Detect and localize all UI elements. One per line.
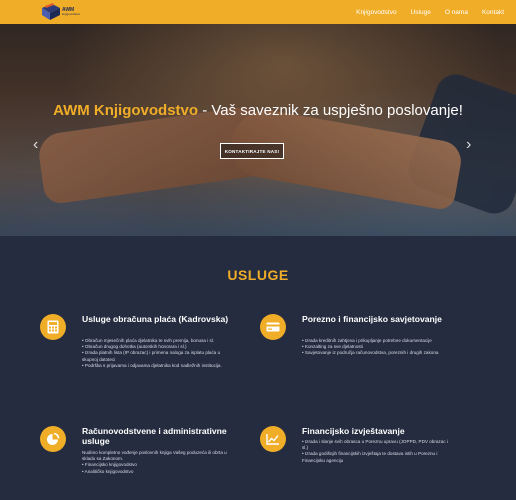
hero-slider: AWM Knjigovodstvo - Vaš saveznik za uspj… [0, 24, 516, 236]
line-chart-icon [260, 426, 286, 452]
service-title: Računovodstvene i administrativne usluge [82, 426, 227, 446]
nav-usluge[interactable]: Usluge [411, 9, 431, 16]
nav-kontakt[interactable]: Kontakt [482, 9, 504, 16]
hero-overlay [0, 24, 516, 236]
service-list: • Izrada kreditnih zahtjeva i prikupljan… [302, 338, 452, 357]
slider-next-icon[interactable]: › [466, 137, 471, 153]
hero-brand: AWM Knjigovodstvo [53, 102, 199, 119]
hero-title: AWM Knjigovodstvo - Vaš saveznik za uspj… [0, 102, 516, 119]
service-title: Usluge obračuna plaća (Kadrovska) [82, 314, 229, 324]
list-item: • Savjetovanje iz područja računovodstva… [302, 350, 439, 356]
list-item: • Podrška s prijavama i odjavama djelatn… [82, 362, 222, 368]
service-list: • Izrada i slanje svih obrasca u Poreznu… [302, 439, 452, 464]
calculator-icon [40, 314, 66, 340]
nav-o-nama[interactable]: O nama [445, 9, 468, 16]
list-item: • Analitičko knjigovodstvo [82, 468, 134, 474]
list-item: Nudimo kompletno vođenje poslovnih knjig… [82, 450, 227, 462]
list-item: • Izrada i slanje svih obrasca u Poreznu… [302, 439, 448, 451]
card-icon [260, 314, 286, 340]
navbar: AWM knjigovodstvo Knjigovodstvo Usluge O… [0, 0, 516, 24]
pie-chart-icon [40, 426, 66, 452]
service-list: Nudimo kompletno vođenje poslovnih knjig… [82, 450, 232, 475]
list-item: • Izrada godišnjih financijskih izvješta… [302, 451, 438, 463]
services-title: USLUGE [227, 267, 289, 283]
hero-tagline: - Vaš saveznik za uspješno poslovanje! [198, 102, 463, 119]
book-logo-icon [42, 3, 60, 20]
nav-knjigovodstvo[interactable]: Knjigovodstvo [356, 9, 396, 16]
contact-us-button[interactable]: KONTAKTIRAJTE NAS! [220, 143, 284, 159]
service-title: Financijsko izvještavanje [302, 426, 405, 436]
slider-prev-icon[interactable]: ‹ [33, 137, 38, 153]
logo-subtitle: knjigovodstvo [62, 12, 81, 16]
service-list: • Obračun mjesečnih plaća djelatnika te … [82, 338, 232, 369]
main-nav: Knjigovodstvo Usluge O nama Kontakt [356, 0, 504, 24]
logo[interactable]: AWM knjigovodstvo [40, 2, 86, 22]
list-item: • Izrada platnih lista (IP obrazac) i pr… [82, 350, 221, 362]
service-title: Porezno i financijsko savjetovanje [302, 314, 442, 324]
